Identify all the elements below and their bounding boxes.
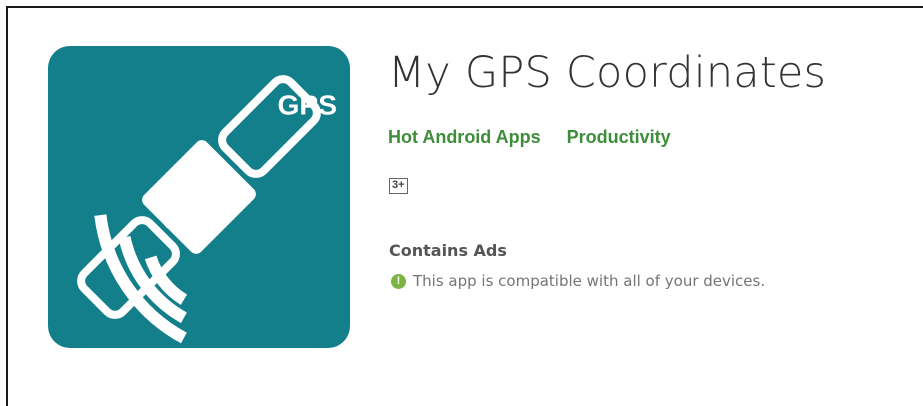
app-title: My GPS Coordinates [388,48,827,98]
compatibility-notice: ! This app is compatible with all of you… [391,272,765,290]
satellite-gps-icon: GPS [77,75,337,344]
app-icon: GPS [48,46,350,348]
content-rating-badge: 3+ [389,178,408,194]
info-icon: ! [391,273,406,289]
compatibility-text: This app is compatible with all of your … [413,272,766,290]
contains-ads-label: Contains Ads [389,241,507,260]
signal-waves-icon [94,214,188,344]
category-link[interactable]: Productivity [567,127,671,148]
app-meta: Hot Android Apps Productivity [388,127,671,148]
developer-link[interactable]: Hot Android Apps [388,127,541,148]
